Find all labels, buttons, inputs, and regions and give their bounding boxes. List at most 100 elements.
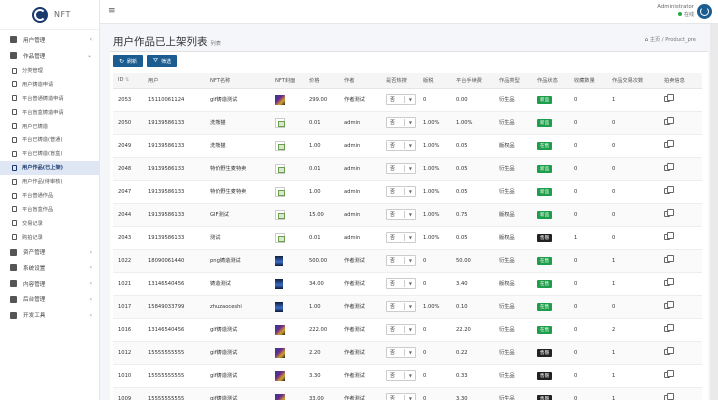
cell-royalty: 1.00%	[418, 226, 451, 250]
sidebar-item-7[interactable]: 平台已铸造(普通)	[0, 133, 99, 147]
hot-select[interactable]: 否 ▼	[386, 117, 416, 128]
hot-select[interactable]: 否 ▼	[386, 393, 416, 400]
cover-thumbnail[interactable]	[275, 140, 285, 151]
cell-hot: 否 ▼	[381, 295, 418, 319]
cell-price: 222.00	[304, 318, 339, 342]
sidebar-item-9[interactable]: 用户作品(已上架)	[0, 160, 99, 175]
sidebar-item-8[interactable]: 平台已铸造(盲盒)	[0, 147, 99, 161]
sidebar-item-11[interactable]: 平台普通作品	[0, 189, 99, 203]
hot-select[interactable]: 否 ▼	[386, 163, 416, 174]
cover-thumbnail[interactable]	[275, 209, 285, 220]
cover-thumbnail[interactable]	[275, 301, 283, 312]
cell-price: 299.00	[304, 88, 339, 112]
cover-thumbnail[interactable]	[275, 393, 285, 400]
page-scrollbar[interactable]	[710, 24, 718, 400]
cell-fav: 0	[569, 387, 607, 400]
avatar[interactable]	[697, 4, 712, 19]
copy-icon[interactable]	[664, 186, 674, 194]
hot-select[interactable]: 否 ▼	[386, 186, 416, 197]
cover-thumbnail[interactable]	[275, 370, 285, 381]
cover-thumbnail[interactable]	[275, 117, 285, 128]
sidebar-item-0[interactable]: 用户管理 ‹	[0, 32, 99, 48]
hot-select[interactable]: 否 ▼	[386, 370, 416, 381]
cover-thumbnail[interactable]	[275, 347, 285, 358]
copy-icon[interactable]	[664, 347, 674, 355]
cover-thumbnail[interactable]	[275, 163, 285, 174]
sidebar-item-1[interactable]: 作品管理 ⌄	[0, 48, 99, 64]
refresh-button[interactable]: ↻ 刷新	[113, 55, 144, 67]
copy-icon[interactable]	[664, 255, 674, 263]
cover-thumbnail[interactable]	[275, 232, 285, 243]
cell-name: gif铸造测试	[205, 341, 270, 365]
hot-select[interactable]: 否 ▼	[386, 324, 416, 335]
cell-user: 15555555555	[143, 387, 205, 400]
copy-icon[interactable]	[664, 94, 674, 102]
sidebar-item-14[interactable]: 购拍记录	[0, 230, 99, 244]
hot-select[interactable]: 否 ▼	[386, 140, 416, 151]
caret-down-icon: ▼	[408, 281, 412, 286]
sidebar-item-4[interactable]: 平台普通铸造申请	[0, 91, 99, 105]
user-block[interactable]: Administrator 在线	[657, 4, 694, 18]
copy-icon[interactable]	[664, 232, 674, 240]
sidebar-item-10[interactable]: 用户作品(待审核)	[0, 175, 99, 189]
sidebar-item-5[interactable]: 平台盲盒铸造申请	[0, 105, 99, 119]
filter-button[interactable]: ⛛ 筛选	[147, 55, 178, 67]
sidebar-item-12[interactable]: 平台盲盒作品	[0, 203, 99, 217]
menu-group-icon	[10, 295, 17, 303]
status-badge: 新品	[537, 164, 553, 173]
hot-select[interactable]: 否 ▼	[386, 278, 416, 289]
copy-icon[interactable]	[664, 370, 674, 378]
breadcrumb-home[interactable]: 主页	[650, 37, 660, 43]
cell-status: 新品	[532, 157, 569, 181]
cover-thumbnail[interactable]	[275, 255, 283, 266]
caret-down-icon: ▼	[408, 304, 412, 309]
copy-icon[interactable]	[664, 209, 674, 217]
cell-royalty: 0	[418, 318, 451, 342]
copy-icon[interactable]	[664, 117, 674, 125]
brand[interactable]: NFT	[0, 0, 99, 30]
hot-select[interactable]: 否 ▼	[386, 209, 416, 220]
sidebar-item-15[interactable]: 资产管理 ‹	[0, 244, 99, 260]
cell-name: 洗熊猫	[205, 111, 270, 135]
column-header[interactable]: ID	[113, 73, 143, 89]
home-icon[interactable]: ⌂	[645, 37, 648, 43]
cell-price: 34.00	[304, 272, 339, 296]
copy-icon[interactable]	[664, 140, 674, 148]
cell-cover	[270, 180, 304, 204]
status-badge: 在售	[537, 325, 553, 334]
cell-author: 作者测试	[339, 295, 381, 319]
copy-icon[interactable]	[664, 393, 674, 400]
page-icon	[12, 81, 17, 88]
copy-icon[interactable]	[664, 324, 674, 332]
copy-icon[interactable]	[664, 301, 674, 309]
sidebar-item-18[interactable]: 后台管理 ‹	[0, 292, 99, 308]
cell-trades: 1	[607, 249, 659, 273]
sidebar-item-16[interactable]: 系统设置 ‹	[0, 260, 99, 276]
cell-name: png铸造测试	[205, 249, 270, 273]
menu-group-icon	[10, 248, 17, 256]
cell-id: 2050	[113, 111, 143, 135]
cover-thumbnail[interactable]	[275, 94, 285, 105]
cover-thumbnail[interactable]	[275, 186, 285, 197]
hot-select[interactable]: 否 ▼	[386, 301, 416, 312]
copy-icon[interactable]	[664, 278, 674, 286]
sidebar-item-13[interactable]: 交易记录	[0, 216, 99, 230]
hot-select[interactable]: 否 ▼	[386, 255, 416, 266]
sidebar-item-19[interactable]: 开发工具 ‹	[0, 307, 99, 323]
hot-select[interactable]: 否 ▼	[386, 232, 416, 243]
page-title: 用户作品已上架列表 列表	[113, 36, 221, 48]
menu-toggle-icon[interactable]: ≡	[108, 6, 116, 16]
hot-select[interactable]: 否 ▼	[386, 347, 416, 358]
cell-royalty: 0	[418, 249, 451, 273]
sidebar-item-3[interactable]: 用户铸造申请	[0, 77, 99, 91]
chevron-icon: ‹	[89, 311, 92, 319]
cover-thumbnail[interactable]	[275, 278, 283, 289]
cell-trades: 0	[607, 295, 659, 319]
sidebar-item-2[interactable]: 分类管理	[0, 64, 99, 78]
cell-trades: 1	[607, 272, 659, 296]
copy-icon[interactable]	[664, 163, 674, 171]
sidebar-item-17[interactable]: 内容管理 ‹	[0, 276, 99, 292]
cover-thumbnail[interactable]	[275, 324, 285, 335]
hot-select[interactable]: 否 ▼	[386, 94, 416, 105]
sidebar-item-6[interactable]: 用户已铸造	[0, 119, 99, 133]
